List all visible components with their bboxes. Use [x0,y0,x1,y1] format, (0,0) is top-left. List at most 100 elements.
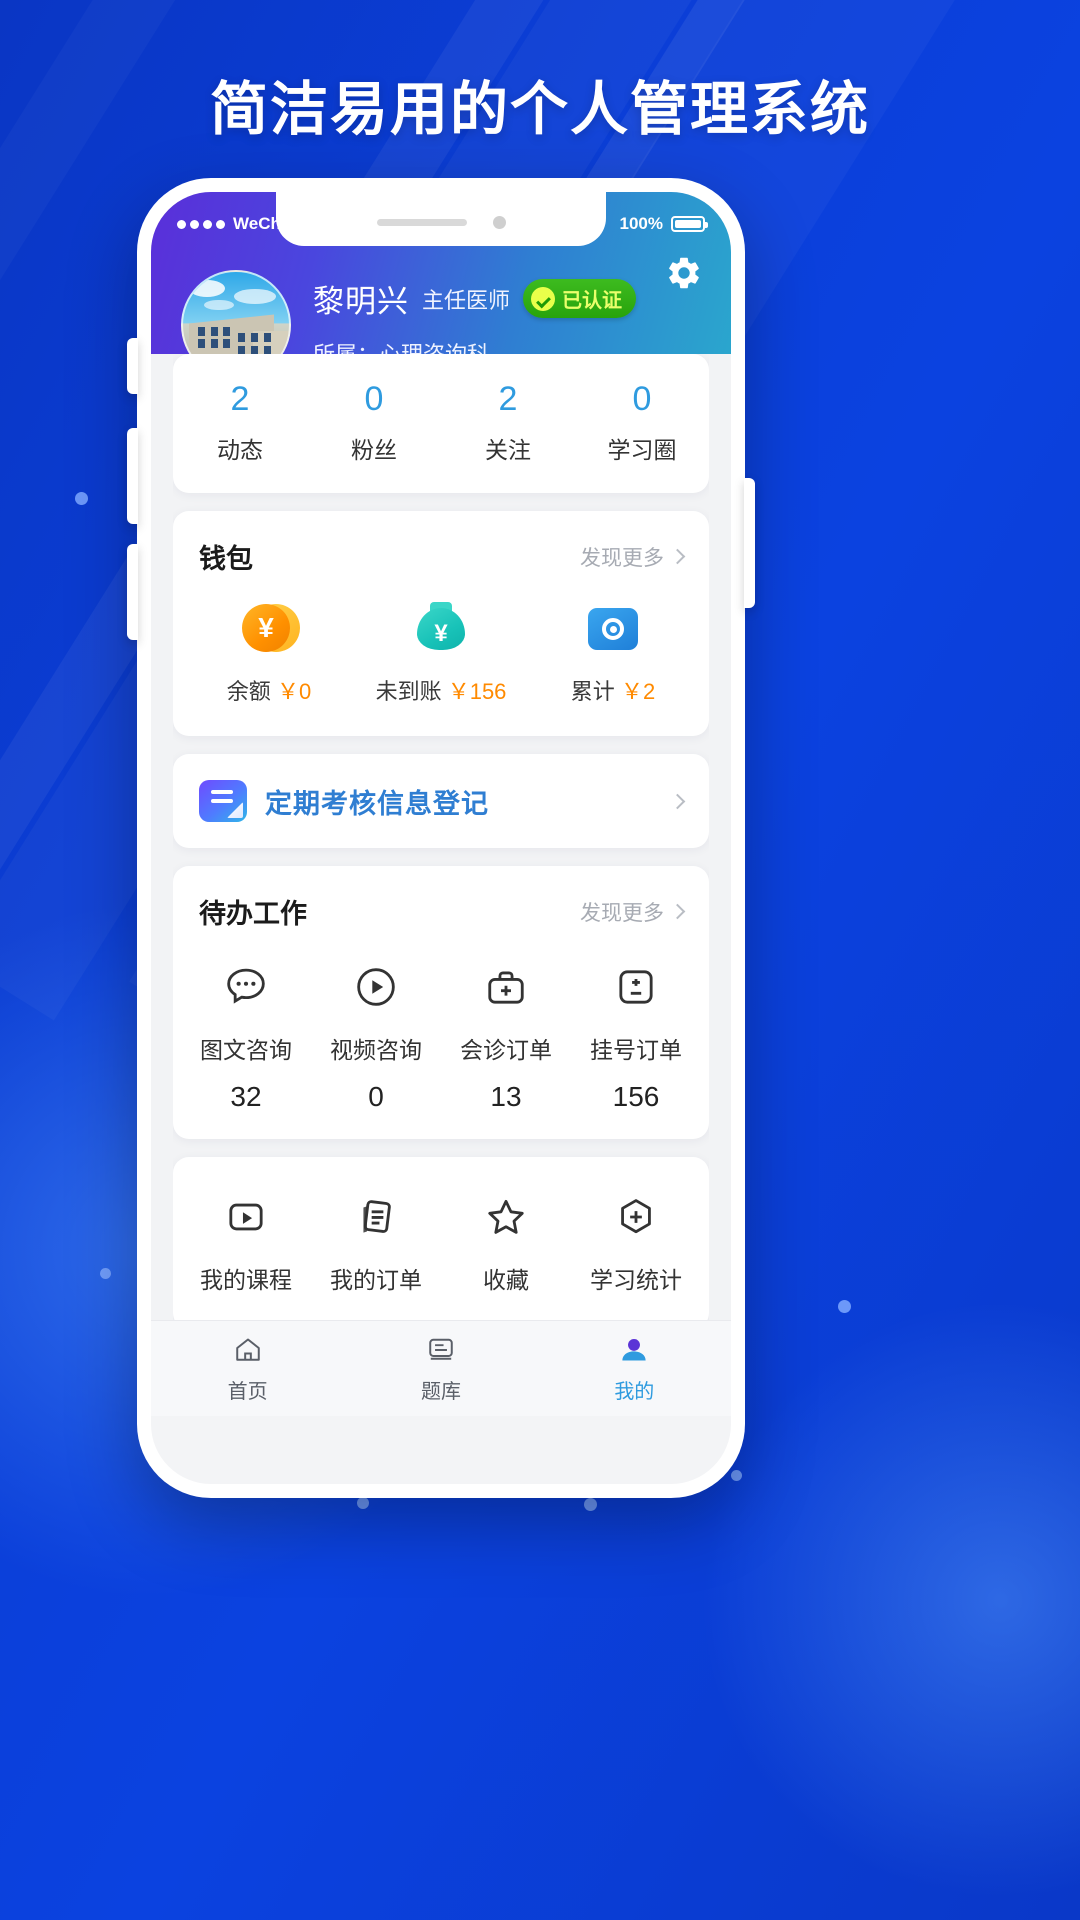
wallet-header: 钱包 发现更多 [173,511,709,580]
stat-label: 学习圈 [575,431,709,465]
page-title: 简洁易用的个人管理系统 [0,62,1080,146]
stat-item-xuexiquan[interactable]: 0 学习圈 [575,380,709,465]
wallet-item-total[interactable]: 累计 ￥2 [527,602,699,706]
battery-icon [671,216,705,232]
stat-item-guanzhu[interactable]: 2 关注 [441,380,575,465]
gear-icon[interactable] [665,254,703,292]
phone-mute-button[interactable] [127,338,138,394]
stat-value: 2 [441,380,575,419]
tab-home[interactable]: 首页 [151,1333,344,1404]
todo-item-consultation-order[interactable]: 会诊订单 13 [441,961,571,1113]
stat-value: 0 [575,380,709,419]
todo-header: 待办工作 发现更多 [173,866,709,935]
home-icon [231,1333,265,1367]
doctor-title: 主任医师 [422,283,510,315]
wallet-more-label: 发现更多 [580,542,664,572]
quick-links-items: 我的课程 我的订单 [173,1157,709,1320]
doctor-name: 黎明兴 [313,276,409,321]
todo-item-text-consult[interactable]: 图文咨询 32 [181,961,311,1113]
quick-item-label: 我的课程 [200,1261,292,1295]
tab-profile[interactable]: 我的 [538,1333,731,1404]
quick-item-label: 学习统计 [590,1261,682,1295]
todo-item-video-consult[interactable]: 视频咨询 0 [311,961,441,1113]
todo-items: 图文咨询 32 视频咨询 0 [173,935,709,1139]
speaker-grill [377,219,467,226]
todo-item-count: 156 [613,1081,660,1113]
exam-registration-banner[interactable]: 定期考核信息登记 [173,754,709,848]
exam-banner-label: 定期考核信息登记 [265,782,654,821]
wallet-item-label: 未到账 [376,679,442,704]
phone-mockup: WeCha 100% [137,178,745,1498]
wallet-item-label: 累计 [571,679,615,704]
decorative-dot [584,1498,597,1511]
quick-item-label: 收藏 [483,1261,529,1295]
quick-item-favorites[interactable]: 收藏 [441,1191,571,1295]
wallet-item-text: 未到账 ￥156 [376,674,507,706]
coin-icon: ¥ [242,602,296,656]
todo-item-label: 图文咨询 [200,1031,292,1065]
quick-item-my-courses[interactable]: 我的课程 [181,1191,311,1295]
profile-name-row: 黎明兴 主任医师 已认证 [313,276,701,321]
todo-title: 待办工作 [199,892,307,931]
todo-item-count: 13 [490,1081,521,1113]
question-bank-icon [424,1333,458,1367]
phone-power-button[interactable] [744,478,755,608]
phone-volume-down-button[interactable] [127,544,138,640]
todo-item-label: 挂号订单 [590,1031,682,1065]
phone-notch [276,192,606,246]
tab-question-bank[interactable]: 题库 [344,1333,537,1404]
play-circle-icon [350,961,402,1013]
chevron-right-icon [670,549,686,565]
wallet-item-pending[interactable]: ¥ 未到账 ￥156 [355,602,527,706]
quick-links-card: 我的课程 我的订单 [173,1157,709,1320]
quick-item-study-stats[interactable]: 学习统计 [571,1191,701,1295]
wallet-item-amount: ￥0 [277,679,311,704]
wallet-item-label: 余额 [227,679,271,704]
chevron-right-icon [670,904,686,920]
status-bar-left: WeCha [177,204,290,234]
status-badge: 已认证 [523,279,636,318]
todo-item-registration-order[interactable]: 挂号订单 156 [571,961,701,1113]
star-icon [480,1191,532,1243]
chat-bubble-icon [220,961,272,1013]
verified-label: 已认证 [562,284,622,313]
decorative-dot [731,1470,742,1481]
stat-item-fensi[interactable]: 0 粉丝 [307,380,441,465]
front-camera [493,216,506,229]
decorative-dot [357,1497,369,1509]
quick-item-my-orders[interactable]: 我的订单 [311,1191,441,1295]
signal-dots-icon [177,220,225,229]
plus-minus-box-icon [610,961,662,1013]
todo-item-label: 视频咨询 [330,1031,422,1065]
todo-item-count: 0 [368,1081,384,1113]
card-icon [586,602,640,656]
phone-volume-up-button[interactable] [127,428,138,524]
battery-percent-label: 100% [620,214,663,234]
tab-label: 我的 [614,1375,654,1404]
video-course-icon [220,1191,272,1243]
todo-card: 待办工作 发现更多 [173,866,709,1139]
scroll-content[interactable]: 2 动态 0 粉丝 2 关注 0 学习圈 [173,354,709,1320]
stat-value: 0 [307,380,441,419]
orders-icon [350,1191,402,1243]
wallet-item-text: 累计 ￥2 [571,674,655,706]
tab-label: 首页 [228,1375,268,1404]
quick-item-label: 我的订单 [330,1261,422,1295]
chevron-right-icon [670,793,686,809]
decorative-dot [75,492,88,505]
wallet-card: 钱包 发现更多 ¥ 余额 ￥0 [173,511,709,736]
money-bag-icon: ¥ [414,602,468,656]
background-glow [700,1300,1080,1900]
wallet-item-balance[interactable]: ¥ 余额 ￥0 [183,602,355,706]
wallet-items: ¥ 余额 ￥0 ¥ 未到账 [173,580,709,736]
wallet-more-link[interactable]: 发现更多 [580,542,683,572]
wallet-title: 钱包 [199,537,253,576]
todo-more-link[interactable]: 发现更多 [580,897,683,927]
study-stats-icon [610,1191,662,1243]
app-body: 2 动态 0 粉丝 2 关注 0 学习圈 [151,354,731,1416]
phone-screen: WeCha 100% [151,192,731,1484]
wallet-item-amount: ￥2 [621,679,655,704]
stat-item-dongtai[interactable]: 2 动态 [173,380,307,465]
stats-card: 2 动态 0 粉丝 2 关注 0 学习圈 [173,354,709,493]
bottom-tab-bar: 首页 题库 [151,1320,731,1416]
